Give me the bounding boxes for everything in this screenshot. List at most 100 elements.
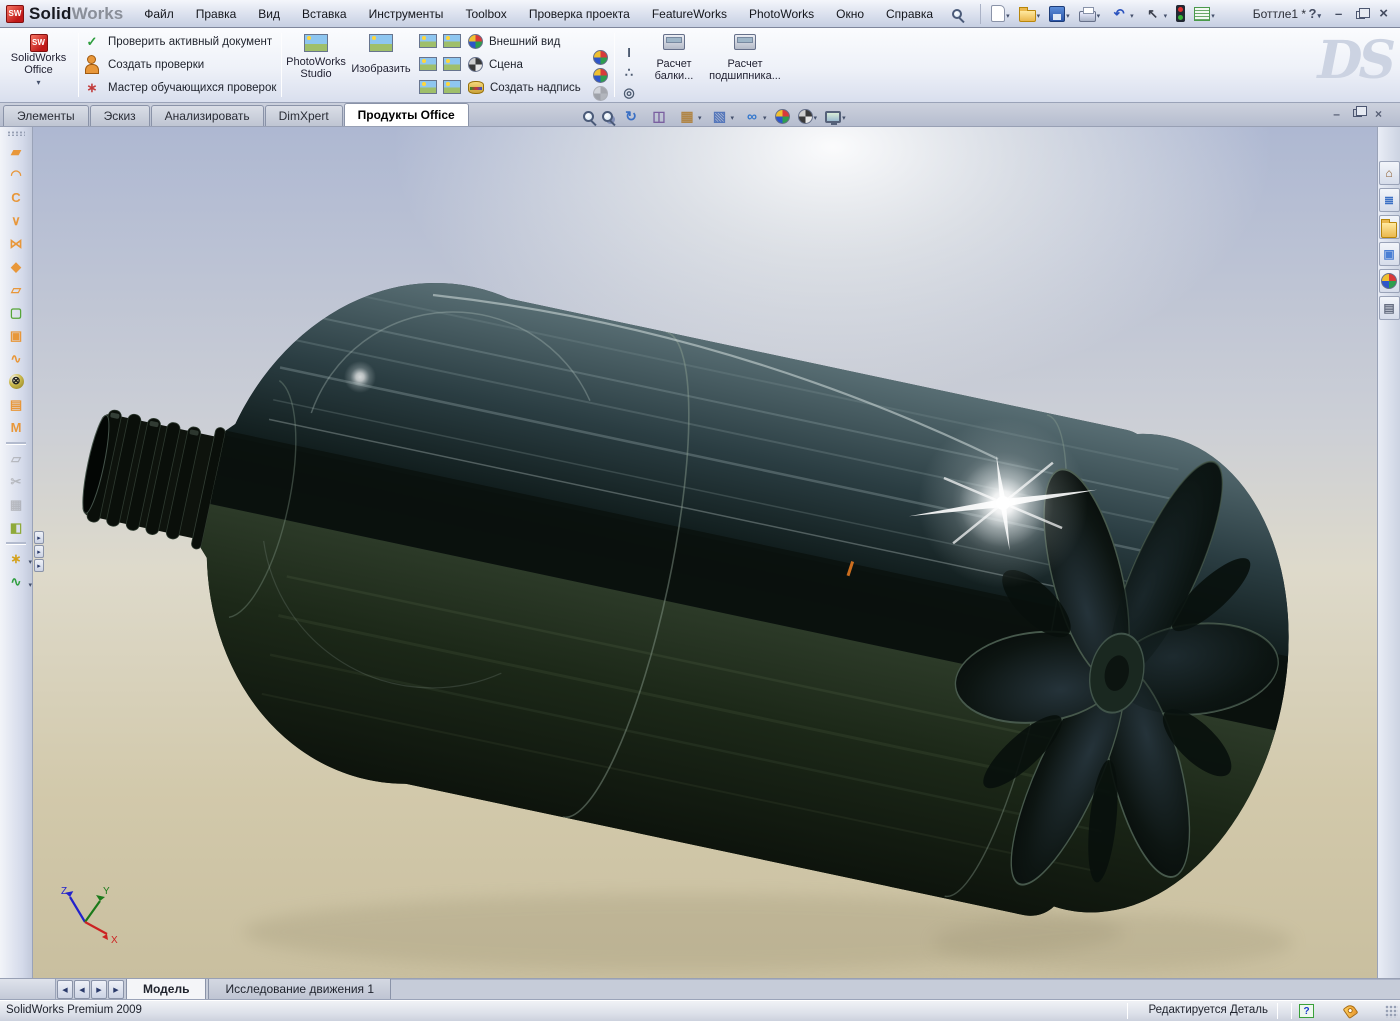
- bearing-calculator-button[interactable]: Расчет подшипника...: [705, 28, 785, 102]
- file-explorer-tab-icon[interactable]: [1378, 215, 1400, 239]
- close-button[interactable]: ×: [1379, 5, 1388, 22]
- new-document-icon[interactable]: [991, 5, 1010, 22]
- edit-appearance-icon[interactable]: [774, 108, 790, 124]
- offset-surface-icon[interactable]: ▢: [0, 301, 32, 324]
- beam-calculator-button[interactable]: Расчет балки...: [643, 28, 705, 102]
- menu-edit[interactable]: Правка: [185, 4, 248, 24]
- build-checks[interactable]: Создать проверки: [82, 53, 280, 76]
- render-to-file-icon[interactable]: [419, 34, 437, 51]
- options-icon[interactable]: [1194, 6, 1215, 21]
- hide-show-items-icon[interactable]: ∞: [742, 106, 767, 126]
- ruled-surface-icon[interactable]: ▣: [0, 324, 32, 347]
- bolt-pattern-icon[interactable]: ∴: [619, 62, 639, 82]
- render-selection-icon[interactable]: [443, 34, 461, 51]
- tab-evaluate[interactable]: Анализировать: [150, 105, 264, 126]
- toolbar-grip[interactable]: [7, 131, 25, 136]
- bearing-ring-icon[interactable]: ◎: [619, 82, 639, 102]
- apply-scene-icon[interactable]: [797, 108, 818, 124]
- menu-tools[interactable]: Инструменты: [358, 4, 455, 24]
- save-icon[interactable]: [1049, 5, 1070, 22]
- photoworks-studio-button[interactable]: PhotoWorks Studio: [284, 28, 348, 102]
- revolved-surface-icon[interactable]: ◠: [0, 163, 32, 186]
- decal-icon[interactable]: Создать надпись: [468, 76, 588, 99]
- menu-featureworks[interactable]: FeatureWorks: [641, 4, 738, 24]
- paste-appearance-icon[interactable]: [592, 67, 608, 85]
- tab-dimxpert[interactable]: DimXpert: [264, 105, 343, 126]
- prev-tab-button[interactable]: ◀: [74, 980, 90, 999]
- custom-properties-tab-icon[interactable]: ▤: [1378, 296, 1400, 320]
- minimize-button[interactable]: –: [1335, 6, 1342, 21]
- resources-tab-icon[interactable]: ⌂: [1378, 161, 1400, 185]
- copy-appearance-icon[interactable]: [592, 49, 608, 67]
- intersection-icon[interactable]: ◧: [0, 516, 32, 539]
- replace-face-icon[interactable]: ▤: [0, 393, 32, 416]
- render-button[interactable]: Изобразить: [348, 28, 414, 102]
- appearance-sphere-icon[interactable]: Внешний вид: [468, 30, 588, 53]
- learned-checks-wizard[interactable]: ∗ Мастер обучающихся проверок: [82, 76, 280, 99]
- preview-window-icon[interactable]: [443, 57, 461, 74]
- help-button[interactable]: ?: [1309, 6, 1321, 21]
- trim-surface-icon[interactable]: ✂: [0, 470, 32, 493]
- doc-close-button[interactable]: ×: [1375, 107, 1382, 121]
- design-check-lights-icon[interactable]: [1176, 5, 1186, 22]
- next-tab-button[interactable]: ▶: [91, 980, 107, 999]
- view-settings-icon[interactable]: [825, 109, 846, 125]
- view-palette-tab-icon[interactable]: ▣: [1378, 242, 1400, 266]
- render-canvas[interactable]: Z Y X: [33, 127, 1377, 978]
- menu-design-checker[interactable]: Проверка проекта: [518, 4, 641, 24]
- open-document-icon[interactable]: [1018, 5, 1041, 22]
- first-tab-button[interactable]: ◀: [57, 980, 73, 999]
- doc-minimize-button[interactable]: –: [1333, 107, 1340, 121]
- menu-help[interactable]: Справка: [875, 4, 944, 24]
- curves-spline-icon[interactable]: ∿: [0, 570, 32, 593]
- extruded-surface-icon[interactable]: ▰: [0, 140, 32, 163]
- swept-surface-icon[interactable]: C: [0, 186, 32, 209]
- delete-face-icon[interactable]: ⊗: [0, 370, 32, 393]
- model-tab[interactable]: Модель: [126, 979, 207, 1000]
- restore-button[interactable]: [1356, 7, 1371, 19]
- reference-geometry-icon[interactable]: ∗: [0, 547, 32, 570]
- doc-restore-button[interactable]: [1352, 106, 1367, 117]
- solidworks-office-button[interactable]: SW SolidWorks Office: [0, 28, 77, 102]
- paste-appearance-disabled-icon[interactable]: [592, 84, 608, 102]
- planar-surface-icon[interactable]: ▱: [0, 278, 32, 301]
- appearances-tab-icon[interactable]: [1378, 269, 1400, 293]
- knit-surface-icon[interactable]: ▦: [0, 493, 32, 516]
- undo-icon[interactable]: ↶: [1109, 4, 1134, 24]
- menu-window[interactable]: Окно: [825, 4, 875, 24]
- search-icon[interactable]: [944, 8, 970, 19]
- print-icon[interactable]: [1078, 5, 1101, 22]
- motion-study-tab[interactable]: Исследование движения 1: [208, 979, 392, 1000]
- view-orientation-icon[interactable]: ▦: [677, 106, 702, 126]
- select-icon[interactable]: ↖: [1143, 4, 1168, 24]
- untrim-surface-icon[interactable]: M: [0, 416, 32, 439]
- tag-icon[interactable]: [1342, 1002, 1359, 1020]
- display-style-icon[interactable]: ▧: [710, 106, 735, 126]
- boundary-surface-icon[interactable]: ⋈: [0, 232, 32, 255]
- design-library-tab-icon[interactable]: ≣: [1378, 188, 1400, 212]
- menu-photoworks[interactable]: PhotoWorks: [738, 4, 825, 24]
- menu-toolbox[interactable]: Toolbox: [454, 4, 517, 24]
- last-tab-button[interactable]: ▶: [108, 980, 124, 999]
- splitter-expand-button[interactable]: [34, 531, 44, 544]
- extend-surface-icon[interactable]: ▱: [0, 447, 32, 470]
- lofted-surface-icon[interactable]: ∨: [0, 209, 32, 232]
- edit-render-icon[interactable]: [443, 80, 461, 97]
- tab-features[interactable]: Элементы: [3, 105, 89, 126]
- tab-office-products[interactable]: Продукты Office: [343, 103, 469, 126]
- render-region-icon[interactable]: [419, 57, 437, 74]
- menu-file[interactable]: Файл: [133, 4, 185, 24]
- menu-view[interactable]: Вид: [247, 4, 291, 24]
- check-active-document[interactable]: ✓ Проверить активный документ: [82, 30, 280, 53]
- resize-grip[interactable]: [1385, 1005, 1398, 1018]
- render-last-icon[interactable]: [419, 80, 437, 97]
- rotate-view-icon[interactable]: ↻: [621, 106, 641, 126]
- zoom-fit-icon[interactable]: [583, 110, 594, 122]
- zoom-area-icon[interactable]: [602, 110, 613, 122]
- quick-tips-icon[interactable]: ?: [1299, 1004, 1314, 1018]
- beam-section-icon[interactable]: I: [619, 42, 639, 62]
- section-view-icon[interactable]: ◫: [649, 106, 669, 126]
- scene-icon[interactable]: Сцена: [468, 53, 588, 76]
- splitter-expand-button[interactable]: [34, 559, 44, 572]
- tab-sketch[interactable]: Эскиз: [89, 105, 150, 126]
